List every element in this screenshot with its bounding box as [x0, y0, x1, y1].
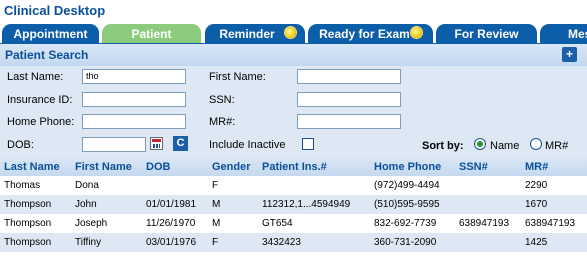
cell-first-name: Tiffiny	[71, 233, 142, 252]
col-ssn[interactable]: SSN#	[455, 158, 521, 176]
tab-label: Mes	[568, 27, 587, 41]
home-phone-input[interactable]	[82, 114, 186, 129]
tab-label: Patient	[131, 27, 172, 41]
cell-dob: 11/26/1970	[142, 214, 208, 233]
panel-title: Patient Search	[5, 48, 89, 62]
cell-gender: M	[208, 195, 258, 214]
col-patient-ins[interactable]: Patient Ins.#	[258, 158, 370, 176]
sort-mr-label: MR#	[545, 140, 569, 152]
col-gender[interactable]: Gender	[208, 158, 258, 176]
last-name-label: Last Name:	[7, 71, 64, 83]
tab-messages[interactable]: Mes	[540, 24, 587, 43]
table-row[interactable]: Thomas Dona F (972)499-4494 2290	[0, 176, 587, 195]
home-phone-label: Home Phone:	[7, 116, 75, 128]
tab-for-review[interactable]: For Review	[436, 24, 537, 43]
tab-label: Reminder	[219, 27, 275, 41]
reminder-alert-icon	[285, 27, 296, 38]
sort-by-label: Sort by:	[422, 140, 464, 152]
cell-home-phone: 832-692-7739	[370, 214, 455, 233]
cell-patient-ins: GT654	[258, 214, 370, 233]
cell-first-name: Joseph	[71, 214, 142, 233]
sort-name-radio[interactable]	[474, 138, 486, 150]
cell-dob: 01/01/1981	[142, 195, 208, 214]
cell-patient-ins	[258, 176, 370, 195]
tab-ready-for-exam[interactable]: Ready for Exam	[308, 24, 433, 43]
table-header-row: Last Name First Name DOB Gender Patient …	[0, 158, 587, 176]
include-inactive-checkbox[interactable]	[302, 138, 314, 150]
cell-last-name: Thompson	[0, 233, 71, 252]
col-first-name[interactable]: First Name	[71, 158, 142, 176]
cell-mr: 2290	[521, 176, 587, 195]
tab-bar: Appointment Patient Reminder Ready for E…	[0, 22, 587, 43]
app-title: Clinical Desktop	[4, 3, 106, 18]
ssn-label: SSN:	[209, 94, 235, 106]
col-mr[interactable]: MR#	[521, 158, 587, 176]
first-name-input[interactable]	[297, 69, 401, 84]
cell-last-name: Thompson	[0, 214, 71, 233]
cell-last-name: Thomas	[0, 176, 71, 195]
cell-first-name: John	[71, 195, 142, 214]
tab-label: Appointment	[13, 27, 88, 41]
table-row[interactable]: Thompson Tiffiny 03/01/1976 F 3432423 36…	[0, 233, 587, 252]
title-bar: Clinical Desktop	[0, 0, 587, 22]
cell-patient-ins: 112312,1...4594949	[258, 195, 370, 214]
ssn-input[interactable]	[297, 92, 401, 107]
cell-gender: F	[208, 233, 258, 252]
cell-home-phone: 360-731-2090	[370, 233, 455, 252]
cell-gender: M	[208, 214, 258, 233]
col-last-name[interactable]: Last Name	[0, 158, 71, 176]
cell-home-phone: (972)499-4494	[370, 176, 455, 195]
cell-mr: 1425	[521, 233, 587, 252]
cell-ssn	[455, 176, 521, 195]
table-row[interactable]: Thompson Joseph 11/26/1970 M GT654 832-6…	[0, 214, 587, 233]
calendar-icon[interactable]	[150, 137, 163, 150]
sort-mr-radio[interactable]	[530, 138, 542, 150]
tab-label: Ready for Exam	[319, 27, 410, 41]
insurance-id-input[interactable]	[82, 92, 186, 107]
cell-dob	[142, 176, 208, 195]
cell-mr: 1670	[521, 195, 587, 214]
mr-input[interactable]	[297, 114, 401, 129]
results-table: Last Name First Name DOB Gender Patient …	[0, 158, 587, 252]
cell-last-name: Thompson	[0, 195, 71, 214]
cell-mr: 638947193	[521, 214, 587, 233]
cell-patient-ins: 3432423	[258, 233, 370, 252]
insurance-id-label: Insurance ID:	[7, 94, 73, 106]
ready-alert-icon	[411, 27, 422, 38]
dob-label: DOB:	[7, 139, 34, 151]
first-name-label: First Name:	[209, 71, 266, 83]
tab-patient[interactable]: Patient	[102, 24, 201, 43]
patient-search-header: Patient Search +	[0, 43, 587, 66]
cell-first-name: Dona	[71, 176, 142, 195]
col-dob[interactable]: DOB	[142, 158, 208, 176]
mr-label: MR#:	[209, 116, 236, 128]
include-inactive-label: Include Inactive	[209, 139, 286, 151]
table-row[interactable]: Thompson John 01/01/1981 M 112312,1...45…	[0, 195, 587, 214]
add-patient-button[interactable]: +	[562, 47, 577, 62]
tab-reminder[interactable]: Reminder	[205, 24, 305, 43]
results-table-wrapper: Last Name First Name DOB Gender Patient …	[0, 158, 587, 252]
cell-ssn	[455, 195, 521, 214]
cell-ssn	[455, 233, 521, 252]
patient-search-form: Last Name: tho First Name: Insurance ID:…	[0, 66, 587, 158]
dob-input[interactable]	[82, 137, 146, 152]
clear-date-button[interactable]: C	[173, 136, 188, 151]
cell-home-phone: (510)595-9595	[370, 195, 455, 214]
cell-dob: 03/01/1976	[142, 233, 208, 252]
cell-ssn: 638947193	[455, 214, 521, 233]
sort-name-label: Name	[490, 140, 520, 152]
last-name-input[interactable]: tho	[82, 69, 186, 84]
tab-appointment[interactable]: Appointment	[2, 24, 99, 43]
cell-gender: F	[208, 176, 258, 195]
tab-label: For Review	[454, 27, 519, 41]
col-home-phone[interactable]: Home Phone	[370, 158, 455, 176]
